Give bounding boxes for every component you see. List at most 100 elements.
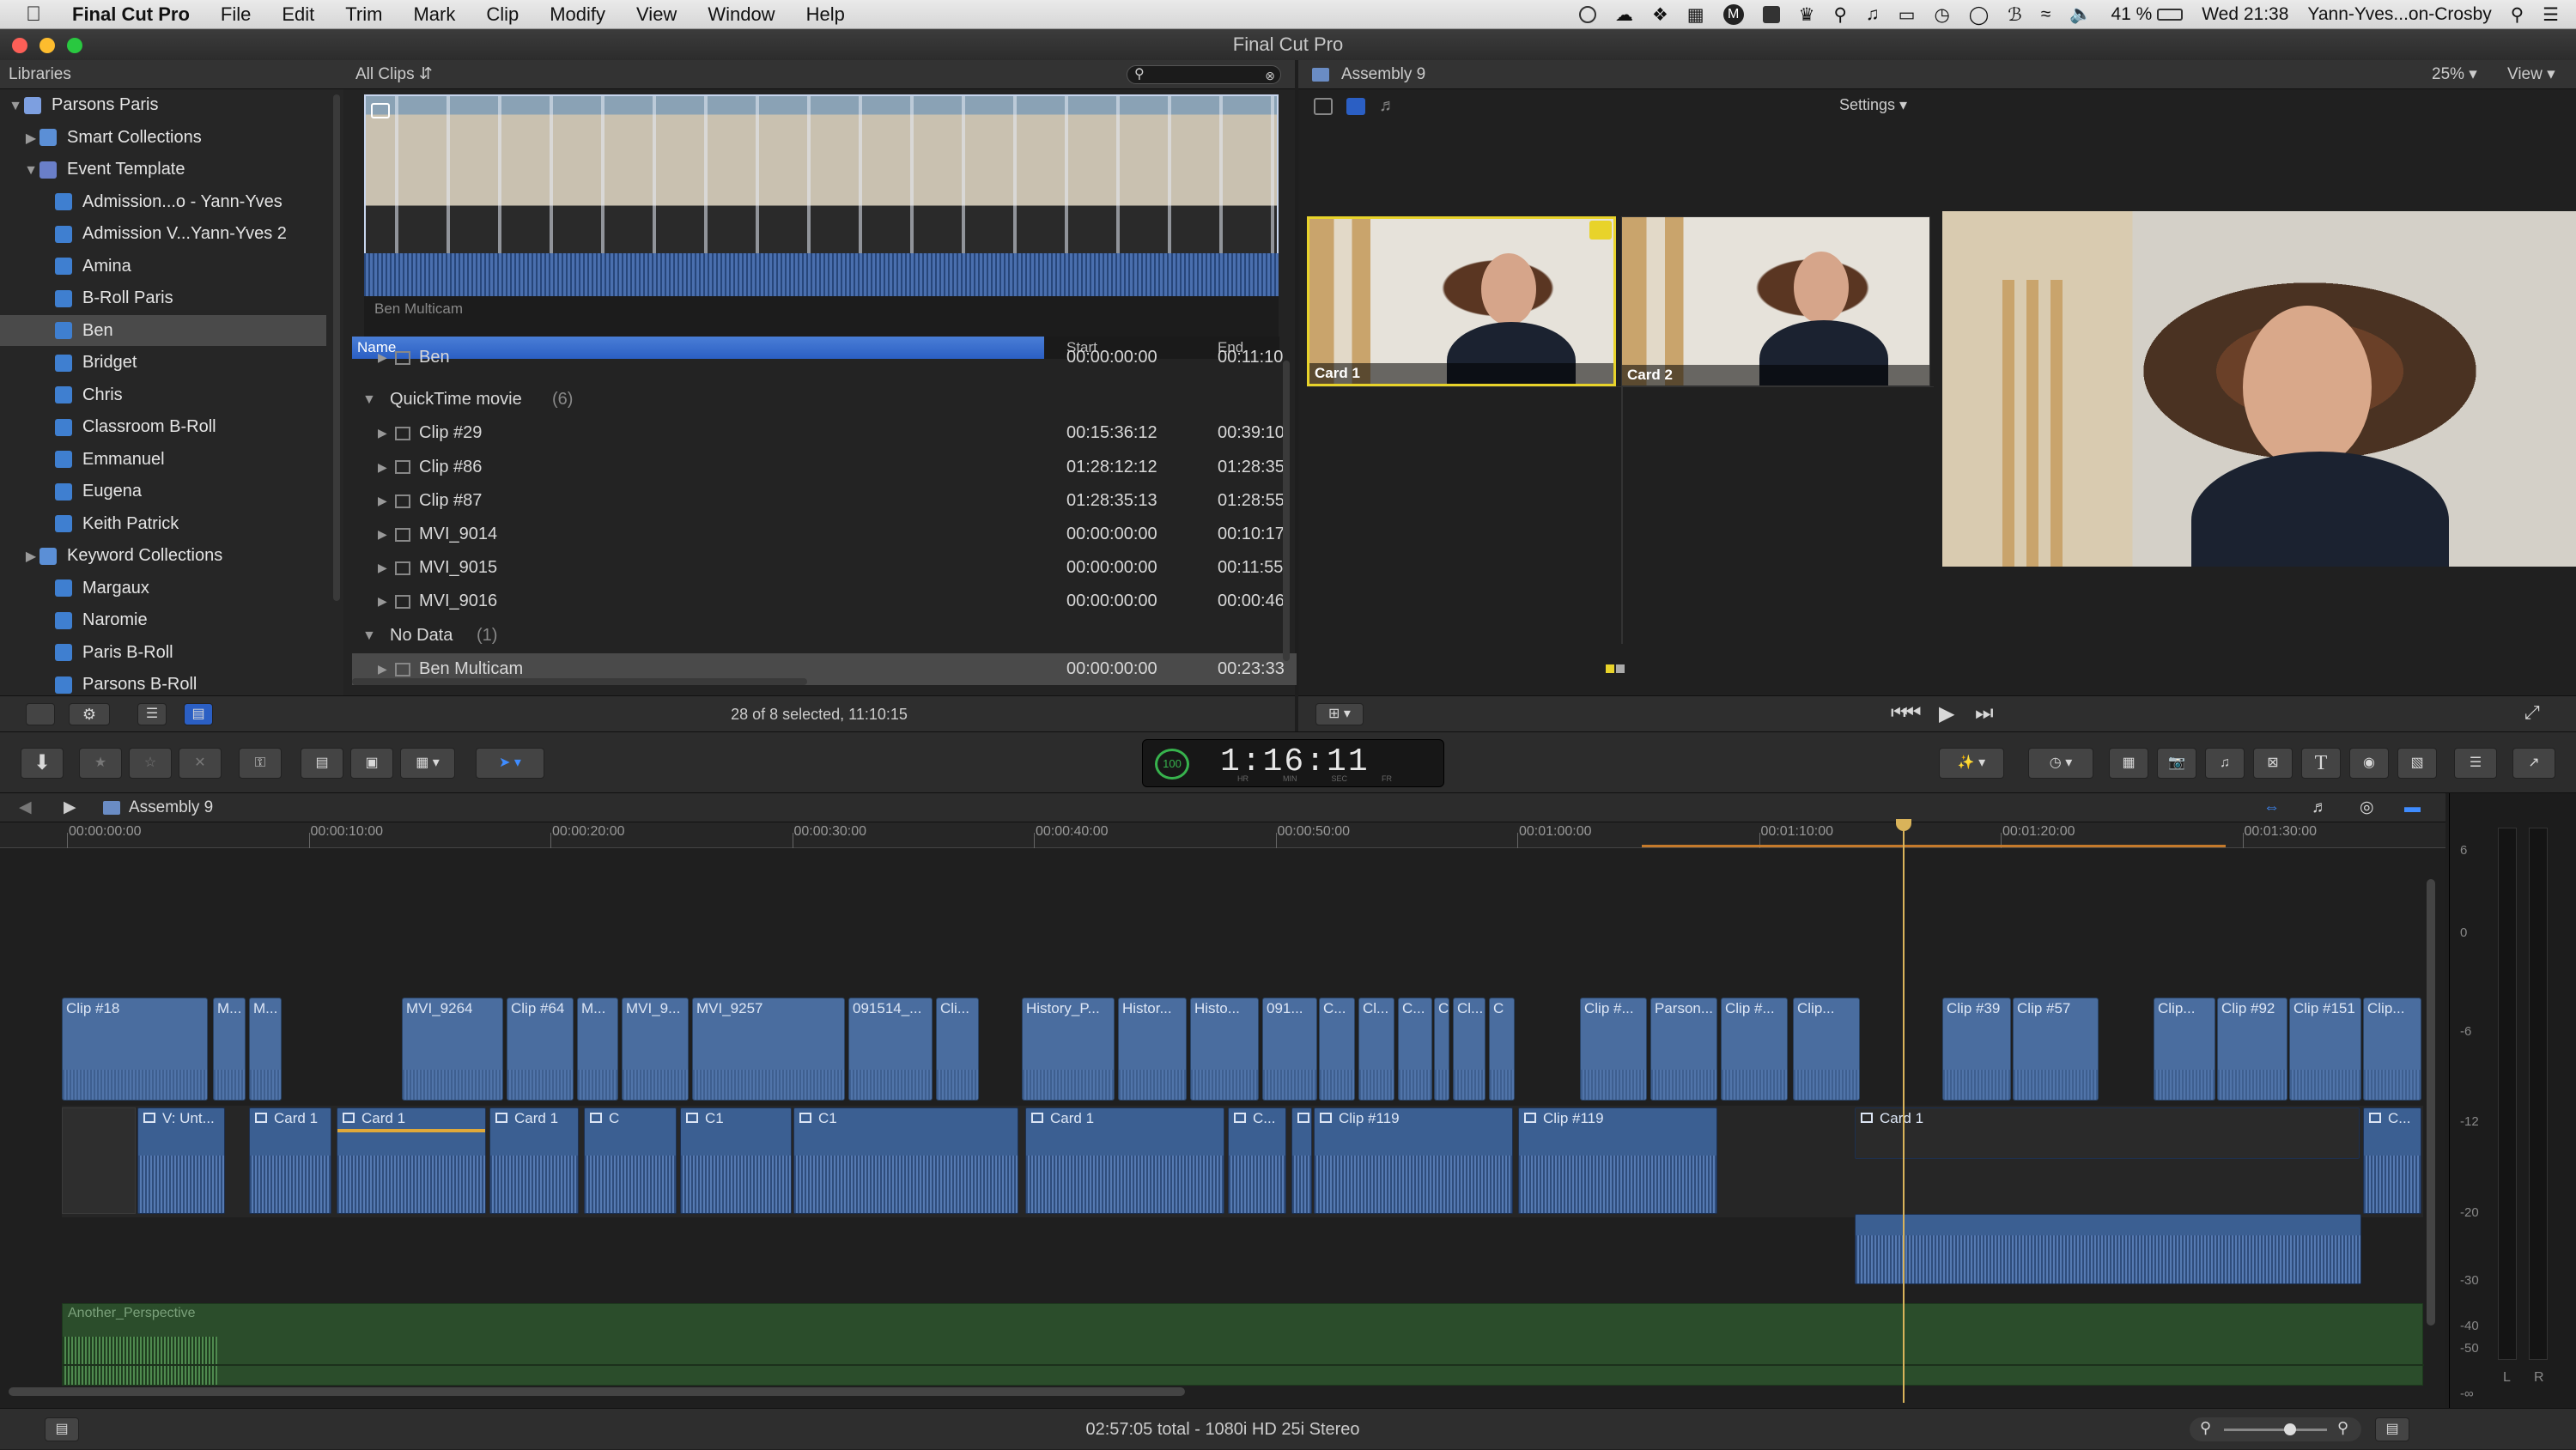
switch-audio-icon[interactable]: ♬ — [1379, 96, 1396, 116]
timeline-connected-clip[interactable]: C... — [1398, 998, 1432, 1101]
timeline-connected-clip[interactable]: C — [1489, 998, 1515, 1101]
browser-clip-row[interactable]: ▶ MVI_9014 00:00:00:00 00:10:17 — [352, 519, 1297, 550]
media-browser-button[interactable]: ▦ — [2109, 748, 2148, 779]
timeline-connected-clip[interactable]: Clip #151 — [2289, 998, 2361, 1101]
zoom-menu[interactable]: 25% ▾ — [2432, 60, 2477, 89]
menu-view[interactable]: View — [636, 3, 677, 26]
timeline-connected-clip[interactable]: 091... — [1262, 998, 1317, 1101]
browser-clip-row[interactable]: ▶ Clip #87 01:28:35:13 01:28:55 — [352, 485, 1297, 517]
import-button[interactable]: ⬇ — [21, 748, 64, 779]
status-icon[interactable] — [1578, 6, 1596, 23]
timeline-connected-clip[interactable]: Clip... — [2154, 998, 2215, 1101]
timeline-multicam-clip[interactable]: Card 1 — [337, 1107, 486, 1214]
angle-page-indicator[interactable] — [1606, 664, 1626, 673]
broadcast-icon[interactable]: ⚲ — [1833, 4, 1846, 26]
clip-appearance-button[interactable]: ▤ — [2375, 1417, 2409, 1441]
detached-audio-clip[interactable] — [1855, 1214, 2361, 1284]
switch-video-audio-icon[interactable] — [1314, 98, 1333, 115]
timeline-connected-clip[interactable]: MVI_9257 — [692, 998, 845, 1101]
timeline-connected-clip[interactable]: Clip #92 — [2217, 998, 2287, 1101]
switch-video-icon[interactable] — [1346, 98, 1365, 115]
timeline-multicam-clip[interactable]: C... — [2363, 1107, 2421, 1214]
generators-browser-button[interactable]: ◉ — [2349, 748, 2389, 779]
timeline-connected-clip[interactable]: History_P... — [1022, 998, 1115, 1101]
timeline-connected-clip[interactable]: M... — [249, 998, 282, 1101]
zoom-slider-knob[interactable] — [2284, 1423, 2296, 1435]
disclosure-triangle-icon[interactable]: ▶ — [22, 124, 39, 155]
timeline-connected-clip[interactable]: Clip #64 — [507, 998, 574, 1101]
zoom-in-icon[interactable]: ⚲ — [2337, 1419, 2348, 1437]
viewer-video-frame[interactable] — [1942, 211, 2576, 567]
browser-clip-row[interactable]: ▶ MVI_9015 00:00:00:00 00:11:55 — [352, 552, 1297, 584]
timeline-multicam-clip[interactable]: C1 — [680, 1107, 792, 1214]
app-menu[interactable]: Final Cut Pro — [72, 3, 190, 26]
audio-track[interactable]: Another_Perspective — [62, 1303, 2424, 1386]
transform-menu-button[interactable]: ⊞ ▾ — [1315, 703, 1364, 725]
append-button[interactable]: ▦ ▾ — [400, 748, 455, 779]
timeline-multicam-clip[interactable]: C1 — [793, 1107, 1018, 1214]
dropbox-icon[interactable]: ❖ — [1652, 4, 1668, 26]
timeline-connected-clip[interactable]: Clip #57 — [2013, 998, 2099, 1101]
volume-icon[interactable]: 🔈 — [2069, 4, 2092, 25]
timeline-multicam-clip[interactable]: Clip #119 — [1518, 1107, 1717, 1214]
timeline-connected-clip[interactable]: MVI_9... — [622, 998, 689, 1101]
menu-window[interactable]: Window — [708, 3, 775, 26]
airplay-icon[interactable]: ▭ — [1899, 4, 1916, 26]
background-tasks-indicator[interactable]: 100 — [1155, 749, 1189, 780]
timeline-connected-clip[interactable]: C — [1434, 998, 1449, 1101]
m-icon[interactable]: M — [1722, 4, 1744, 25]
menu-modify[interactable]: Modify — [550, 3, 605, 26]
library-item[interactable]: Admission...o - Yann-Yves — [0, 186, 326, 217]
library-item[interactable]: ▼ Parsons Paris — [0, 89, 326, 120]
clip-filter-menu[interactable]: All Clips ⇵ — [355, 60, 433, 89]
timemachine-icon[interactable]: ◷ — [1934, 4, 1949, 26]
timeline-ruler[interactable]: 00:00:00:00 00:00:10:00 00:00:20:00 00:00:3… — [0, 822, 2445, 848]
clock[interactable]: Wed 21:38 — [2202, 4, 2288, 25]
themes-browser-button[interactable]: ▧ — [2397, 748, 2437, 779]
connect-button[interactable]: ▤ — [301, 748, 343, 779]
view-menu[interactable]: View ▾ — [2507, 60, 2555, 89]
music-browser-button[interactable]: ♫ — [2205, 748, 2245, 779]
solo-icon[interactable]: ◎ — [2360, 793, 2374, 822]
minimize-window-button[interactable] — [39, 38, 55, 53]
menu-edit[interactable]: Edit — [282, 3, 314, 26]
timeline-connected-clip[interactable]: Histo... — [1190, 998, 1259, 1101]
transitions-browser-button[interactable]: ⊠ — [2253, 748, 2293, 779]
music-icon[interactable]: ♫ — [1866, 4, 1880, 25]
cloud-icon[interactable]: ☁ — [1615, 4, 1633, 26]
menu-file[interactable]: File — [221, 3, 251, 26]
timeline-connected-clip[interactable]: M... — [213, 998, 246, 1101]
disclosure-triangle-icon[interactable]: ▶ — [378, 585, 387, 617]
browser-h-scrollbar[interactable] — [352, 678, 807, 685]
timeline-connected-clip[interactable]: Cl... — [1358, 998, 1394, 1101]
menu-trim[interactable]: Trim — [345, 3, 382, 26]
disclosure-triangle-icon[interactable]: ▼ — [22, 155, 39, 186]
browser-clip-row[interactable]: ▶ Clip #86 01:28:12:12 01:28:35 — [352, 452, 1297, 483]
timeline-multicam-clip[interactable]: Card 1 — [1855, 1107, 2360, 1159]
next-edit-icon[interactable]: ⏭ — [1975, 701, 1994, 725]
timeline-multicam-clip[interactable]: Card 1 — [1025, 1107, 1224, 1214]
browser-group-row[interactable]: ▼ No Data (1) — [352, 620, 1297, 652]
dashboard[interactable]: 100 1:16:11 HR MIN SEC FR — [1142, 739, 1444, 787]
menu-mark[interactable]: Mark — [413, 3, 455, 26]
browser-clip-row[interactable]: ▶ Clip #29 00:15:36:12 00:39:10 — [352, 417, 1297, 449]
browser-group-row[interactable]: ▼ QuickTime movie (6) — [352, 384, 1297, 416]
user-menu[interactable]: Yann-Yves...on-Crosby — [2307, 4, 2491, 25]
timeline-connected-clip[interactable]: Parson... — [1650, 998, 1717, 1101]
keyword-button[interactable]: ⚿ — [239, 748, 282, 779]
timeline-connected-clip[interactable]: Clip #... — [1721, 998, 1788, 1101]
timeline-connected-clip[interactable]: Clip #18 — [62, 998, 208, 1101]
spotlight-icon[interactable]: ⚲ — [2511, 4, 2524, 26]
previous-edit-icon[interactable]: ⏮ — [1903, 701, 1922, 725]
grid-icon[interactable]: ▦ — [1687, 4, 1704, 26]
timeline-connected-clip[interactable]: M... — [577, 998, 618, 1101]
app-icon[interactable] — [1762, 6, 1780, 23]
skimming-toggle-icon[interactable]: ⇔ — [2263, 793, 2280, 822]
menu-clip[interactable]: Clip — [486, 3, 519, 26]
disclosure-triangle-icon[interactable]: ▼ — [7, 91, 24, 122]
timeline-connected-clip[interactable]: 091514_... — [848, 998, 933, 1101]
timeline-connected-clip[interactable]: Clip... — [2363, 998, 2421, 1101]
disclosure-triangle-icon[interactable]: ▼ — [362, 384, 376, 416]
photos-browser-button[interactable]: 📷 — [2157, 748, 2196, 779]
battery-status[interactable]: 41 % — [2111, 4, 2184, 25]
